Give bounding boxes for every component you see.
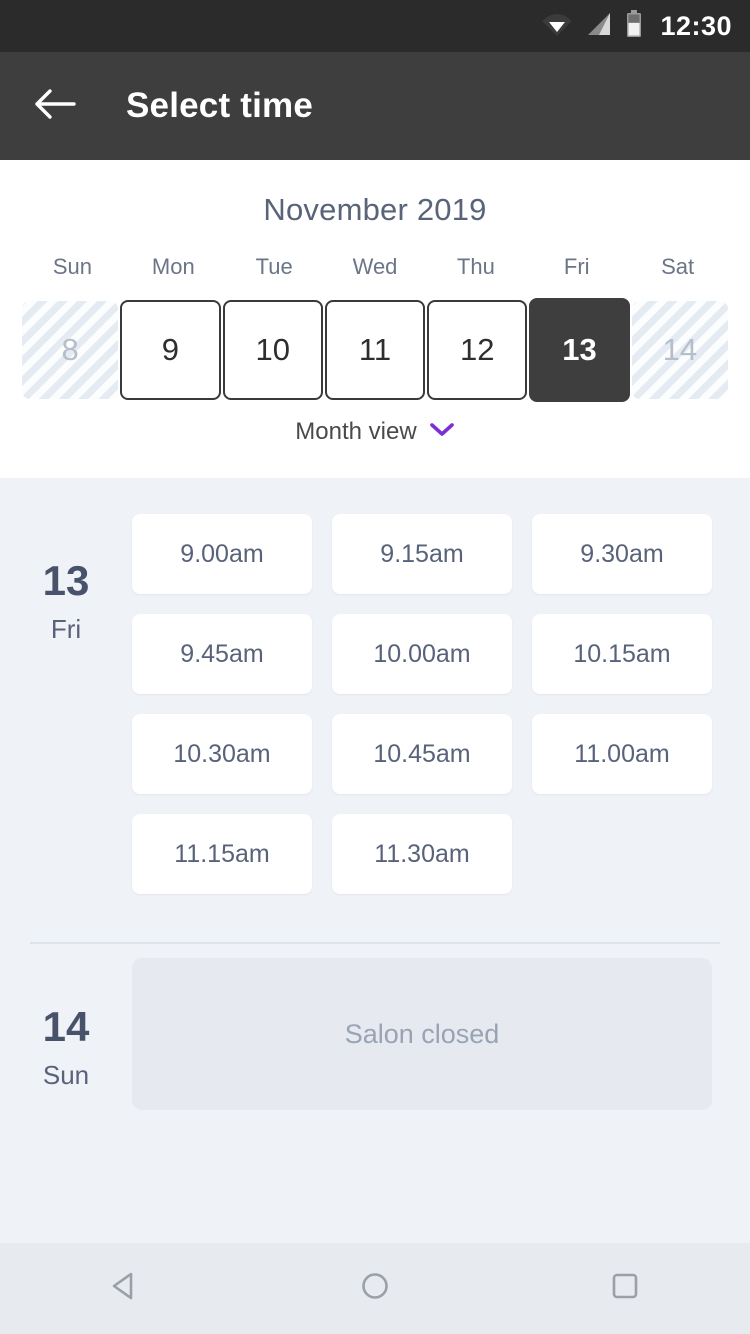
day-number: 14 <box>42 1003 90 1050</box>
day-of-week: Fri <box>50 614 82 644</box>
time-slot[interactable]: 9.15am <box>332 514 512 594</box>
battery-icon <box>626 9 642 43</box>
app-bar: Select time <box>0 52 750 160</box>
weekday-label: Thu <box>456 254 495 279</box>
salon-closed-card: Salon closed <box>132 958 712 1110</box>
time-slot[interactable]: 10.00am <box>332 614 512 694</box>
time-slot-grid: 9.00am 9.15am 9.30am 9.45am 10.00am 10.1… <box>132 508 712 894</box>
back-button[interactable] <box>28 79 82 133</box>
day-of-week: Sun <box>42 1060 90 1090</box>
schedule-day-14: 14 Sun Salon closed <box>0 944 750 1110</box>
nav-back-icon <box>108 1269 142 1308</box>
cellular-signal-icon <box>586 11 612 42</box>
phone-screen: 12:30 Select time November 2019 Sun Mon … <box>0 0 750 1334</box>
month-view-label: Month view <box>295 418 417 445</box>
android-nav-bar <box>0 1243 750 1334</box>
calendar-date-cell[interactable]: 12 <box>427 300 528 400</box>
time-slot[interactable]: 11.30am <box>332 814 512 894</box>
weekday-label: Sat <box>661 254 695 279</box>
calendar-date-cell: 8 <box>22 301 119 399</box>
time-slot[interactable]: 9.00am <box>132 514 312 594</box>
calendar-date-cell[interactable]: 10 <box>222 300 323 400</box>
day-number: 13 <box>42 557 90 604</box>
wifi-icon <box>542 11 572 42</box>
calendar-date-row: 8 9 10 11 12 13 14 <box>0 298 750 402</box>
chevron-down-icon <box>429 422 455 443</box>
calendar-weekday-row: Sun Mon Tue Wed Thu Fri Sat <box>0 254 750 280</box>
status-bar-clock: 12:30 <box>660 10 732 41</box>
nav-home-button[interactable] <box>330 1259 420 1319</box>
calendar-date-cell: 14 <box>631 301 728 399</box>
weekday-label: Tue <box>255 254 293 279</box>
calendar-date-cell[interactable]: 9 <box>120 300 221 400</box>
time-slot[interactable]: 9.30am <box>532 514 712 594</box>
weekday-label: Fri <box>563 254 590 279</box>
time-slot[interactable]: 11.00am <box>532 714 712 794</box>
calendar-month-title: November 2019 <box>263 192 487 227</box>
weekday-label: Mon <box>151 254 195 279</box>
nav-recents-button[interactable] <box>580 1259 670 1319</box>
status-bar: 12:30 <box>0 0 750 52</box>
nav-home-icon <box>358 1269 392 1308</box>
day-label-13: 13 Fri <box>0 508 132 894</box>
time-slot[interactable]: 10.45am <box>332 714 512 794</box>
time-slot[interactable]: 9.45am <box>132 614 312 694</box>
nav-recents-icon <box>608 1269 642 1308</box>
weekday-label: Sun <box>52 254 92 279</box>
calendar-date-cell[interactable]: 11 <box>324 300 426 400</box>
calendar-date-cell-selected[interactable]: 13 <box>529 298 630 402</box>
month-view-toggle[interactable]: Month view <box>0 418 750 446</box>
day-label-14: 14 Sun <box>0 958 132 1110</box>
time-slot[interactable]: 10.15am <box>532 614 712 694</box>
schedule-area: 13 Fri 9.00am 9.15am 9.30am 9.45am 10.00… <box>0 478 750 1243</box>
calendar-panel: November 2019 Sun Mon Tue Wed Thu Fri Sa… <box>0 160 750 478</box>
nav-back-button[interactable] <box>80 1259 170 1319</box>
back-arrow-icon <box>34 88 76 125</box>
weekday-label: Wed <box>352 254 398 279</box>
page-title: Select time <box>126 86 314 125</box>
schedule-day-13: 13 Fri 9.00am 9.15am 9.30am 9.45am 10.00… <box>0 478 750 894</box>
time-slot[interactable]: 10.30am <box>132 714 312 794</box>
time-slot[interactable]: 11.15am <box>132 814 312 894</box>
